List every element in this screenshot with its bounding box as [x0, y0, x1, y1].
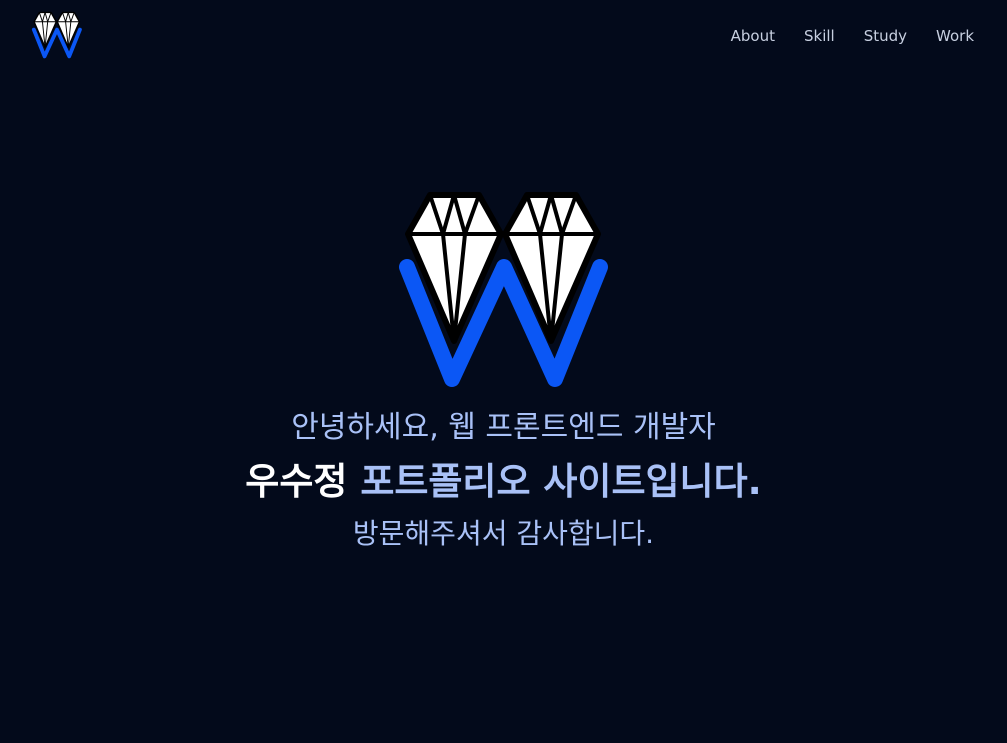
main-nav: About Skill Study Work — [702, 26, 974, 46]
hero-thanks: 방문해주셔서 감사합니다. — [352, 517, 655, 550]
nav-about[interactable]: About — [731, 26, 775, 46]
hero-diamond-w-logo-icon — [399, 192, 608, 387]
diamond-w-logo-icon[interactable] — [31, 11, 83, 59]
nav-work[interactable]: Work — [936, 26, 974, 46]
nav-skill[interactable]: Skill — [804, 26, 835, 46]
hero-title: 우수정 포트폴리오 사이트입니다. — [0, 456, 1007, 508]
nav-study[interactable]: Study — [864, 26, 907, 46]
site-header: About Skill Study Work — [0, 0, 1007, 72]
hero-greeting: 안녕하세요, 웹 프론트엔드 개발자 — [291, 410, 716, 445]
hero-name: 우수정 — [245, 460, 348, 503]
page: About Skill Study Work 안녕하세요, 웹 프론트엔드 개발… — [0, 0, 1007, 743]
hero-title-rest: 포트폴리오 사이트입니다. — [360, 460, 762, 503]
